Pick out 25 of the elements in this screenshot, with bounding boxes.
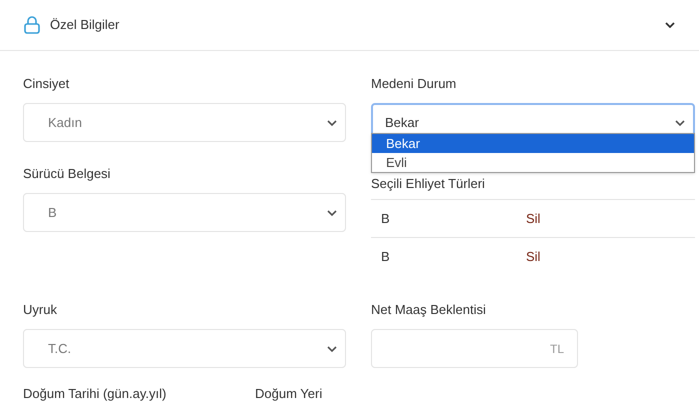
chevron-down-icon xyxy=(327,120,337,126)
section-header[interactable]: Özel Bilgiler xyxy=(0,0,699,51)
birth-date-label: Doğum Tarihi (gün.ay.yıl) xyxy=(23,385,168,403)
nationality-label: Uyruk xyxy=(23,301,58,319)
section-title: Özel Bilgiler xyxy=(50,16,120,34)
birth-place-label: Doğum Yeri xyxy=(255,385,322,403)
currency-suffix: TL xyxy=(550,340,564,358)
dropdown-option[interactable]: Bekar xyxy=(372,134,694,153)
chevron-down-icon xyxy=(327,346,337,352)
delete-link[interactable]: Sil xyxy=(526,208,540,228)
license-select[interactable]: B xyxy=(23,193,346,232)
marital-label: Medeni Durum xyxy=(371,75,458,93)
gender-select[interactable]: Kadın xyxy=(23,103,346,142)
license-label: Sürücü Belgesi xyxy=(23,165,112,183)
gender-label: Cinsiyet xyxy=(23,75,70,93)
selected-licenses-label: Seçili Ehliyet Türleri xyxy=(371,175,486,193)
license-type: B xyxy=(380,248,391,266)
delete-link[interactable]: Sil xyxy=(526,247,540,267)
nationality-select[interactable]: T.C. xyxy=(23,329,346,368)
chevron-down-icon xyxy=(675,120,685,126)
salary-label: Net Maaş Beklentisi xyxy=(371,301,487,319)
chevron-down-icon xyxy=(327,210,337,216)
license-type: B xyxy=(380,210,391,228)
dropdown-option[interactable]: Evli xyxy=(372,153,694,172)
lock-icon xyxy=(24,16,40,34)
